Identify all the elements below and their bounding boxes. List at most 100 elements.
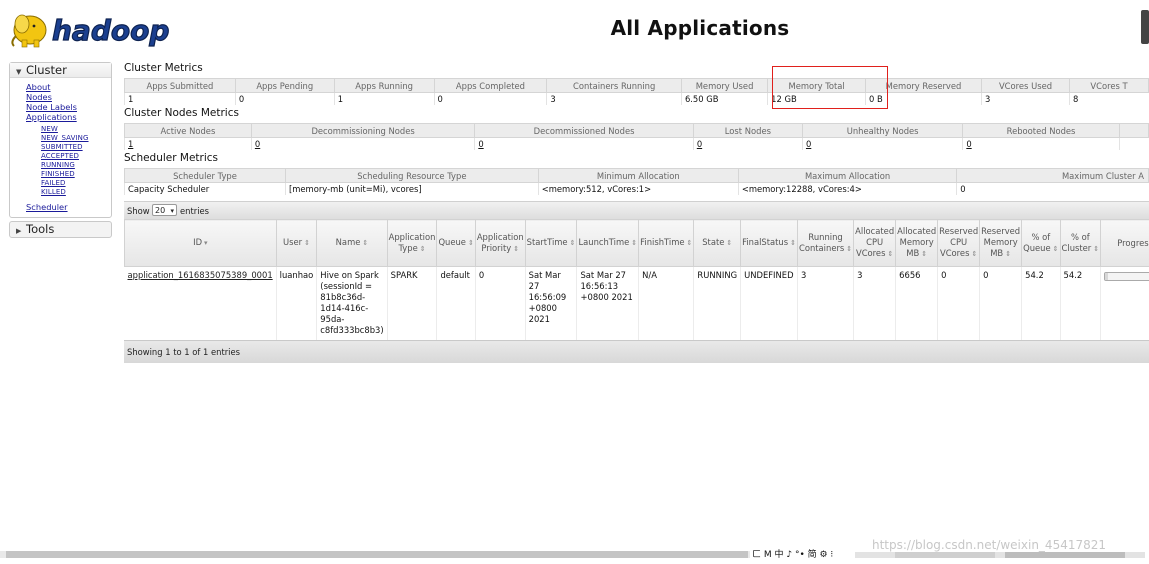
header-label: Allocated Memory MB — [897, 226, 937, 258]
chevron-down-icon: ▾ — [170, 207, 174, 215]
val-vcores-total: 8 — [1069, 92, 1149, 105]
header-label: User — [282, 237, 303, 247]
sort-pct-of-queue[interactable]: % of Queue ⇕ — [1021, 219, 1061, 267]
nav-link-scheduler[interactable]: Scheduler — [26, 202, 68, 212]
tools-nav-panel[interactable]: ▶ Tools — [9, 221, 112, 238]
sort-queue[interactable]: Queue ⇕ — [436, 219, 476, 267]
cluster-nodes-metrics-table: Active Nodes Decommissioning Nodes Decom… — [124, 123, 1149, 150]
nav-state-killed[interactable]: KILLED — [41, 188, 66, 196]
sort-reserved-memory-mb[interactable]: Reserved Memory MB ⇕ — [979, 219, 1023, 267]
nav-link-node-labels[interactable]: Node Labels — [26, 102, 77, 112]
app-id-link[interactable]: application_1616835075389_0001 — [124, 266, 277, 340]
caret-right-icon: ▶ — [16, 227, 22, 235]
cell-name: Hive on Spark (sessionId = 81b8c36d-1d14… — [316, 266, 388, 340]
cell-finalstatus: UNDEFINED — [740, 266, 798, 340]
entries-info: Showing 1 to 1 of 1 entries — [127, 347, 241, 357]
sort-icon: ⇕ — [513, 244, 520, 253]
page-size-select[interactable]: 20 ▾ — [152, 204, 177, 216]
val-maximum-cluster: 0 — [956, 182, 1149, 195]
scheduler-metrics-title: Scheduler Metrics — [124, 152, 219, 164]
nav-state-failed[interactable]: FAILED — [41, 179, 66, 187]
cell-allocated-memory-mb: 6656 — [895, 266, 939, 340]
tools-nav-header[interactable]: ▶ Tools — [10, 222, 111, 236]
col-containers-running: Containers Running — [546, 78, 682, 93]
nav-state-accepted[interactable]: ACCEPTED — [41, 152, 79, 160]
sort-progress[interactable]: Progress — [1100, 219, 1149, 267]
col-minimum-allocation: Minimum Allocation — [537, 168, 739, 183]
horizontal-scrollbar[interactable] — [0, 551, 750, 558]
sort-launchtime[interactable]: LaunchTime ⇕ — [576, 219, 640, 267]
val-unhealthy-nodes[interactable]: 0 — [801, 137, 963, 150]
col-rebooted-nodes: Rebooted Nodes — [962, 123, 1120, 138]
sort-state[interactable]: State ⇕ — [693, 219, 742, 267]
scrollbar-thumb[interactable] — [6, 551, 748, 558]
nav-state-new[interactable]: NEW — [41, 125, 58, 133]
metrics-value-row: 1 0 1 0 3 6.50 GB 12 GB 0 B 3 8 — [124, 92, 1149, 105]
nav-state-new-saving[interactable]: NEW_SAVING — [41, 134, 89, 142]
sort-application-type[interactable]: Application Type ⇕ — [386, 219, 438, 267]
sort-name[interactable]: Name ⇕ — [316, 219, 388, 267]
header-label: Running Containers — [798, 231, 845, 253]
col-decommissioning-nodes: Decommissioning Nodes — [250, 123, 476, 138]
cluster-nodes-metrics-title: Cluster Nodes Metrics — [124, 107, 239, 119]
window-side-widget[interactable] — [1141, 10, 1149, 44]
sort-finishtime[interactable]: FinishTime ⇕ — [638, 219, 695, 267]
col-extra — [1118, 123, 1149, 138]
cell-allocated-cpu-vcores: 3 — [853, 266, 897, 340]
sort-user[interactable]: User ⇕ — [275, 219, 318, 267]
val-lost-nodes[interactable]: 0 — [692, 137, 803, 150]
sort-starttime[interactable]: StartTime ⇕ — [524, 219, 578, 267]
nodes-value-row: 1 0 0 0 0 0 — [124, 137, 1149, 150]
sort-application-priority[interactable]: Application Priority ⇕ — [474, 219, 526, 267]
cell-priority: 0 — [475, 266, 526, 340]
sort-icon: ⇕ — [846, 244, 853, 253]
col-apps-completed: Apps Completed — [433, 78, 548, 93]
val-decommissioning-nodes[interactable]: 0 — [250, 137, 475, 150]
nav-state-submitted[interactable]: SUBMITTED — [41, 143, 83, 151]
apps-table: ID ▾ User ⇕ Name ⇕ Application Type ⇕ Queue ⇕… — [124, 219, 1149, 340]
val-apps-completed: 0 — [433, 92, 547, 105]
val-minimum-allocation: <memory:512, vCores:1> — [537, 182, 739, 195]
cell-starttime: Sat Mar 27 16:56:09 +0800 2021 — [525, 266, 578, 340]
sort-allocated-cpu-vcores[interactable]: Allocated CPU VCores ⇕ — [853, 219, 897, 267]
ime-toolbar[interactable]: ㄈ M 中 ♪ °• 简 ⚙ ⁝ — [752, 549, 852, 561]
val-decommissioned-nodes[interactable]: 0 — [474, 137, 694, 150]
scrollbar-segment — [895, 552, 995, 558]
sort-allocated-memory-mb[interactable]: Allocated Memory MB ⇕ — [895, 219, 939, 267]
cluster-metrics-table-wrap: Apps Submitted Apps Pending Apps Running… — [124, 78, 1149, 106]
nav-link-applications[interactable]: Applications — [26, 112, 77, 122]
metrics-header-row: Apps Submitted Apps Pending Apps Running… — [124, 78, 1149, 93]
col-apps-pending: Apps Pending — [234, 78, 335, 93]
cell-state: RUNNING — [693, 266, 742, 340]
val-active-nodes[interactable]: 1 — [124, 137, 252, 150]
sort-icon: ⇕ — [921, 250, 928, 258]
nav-state-finished[interactable]: FINISHED — [41, 170, 75, 178]
val-rebooted-nodes[interactable]: 0 — [962, 137, 1120, 150]
apps-table-wrap: ID ▾ User ⇕ Name ⇕ Application Type ⇕ Queue ⇕… — [124, 219, 1149, 340]
val-apps-submitted: 1 — [124, 92, 236, 105]
cluster-metrics-table: Apps Submitted Apps Pending Apps Running… — [124, 78, 1149, 105]
elephant-logo-icon: hadoop — [11, 13, 170, 48]
sort-reserved-cpu-vcores[interactable]: Reserved CPU VCores ⇕ — [937, 219, 981, 267]
sort-id[interactable]: ID ▾ — [124, 219, 277, 267]
scheduler-value-row: Capacity Scheduler [memory-mb (unit=Mi),… — [124, 182, 1149, 195]
cell-queue: default — [436, 266, 476, 340]
nav-link-about[interactable]: About — [26, 82, 51, 92]
sort-icon: ⇕ — [569, 239, 576, 247]
horizontal-scrollbar-right[interactable] — [855, 552, 1145, 558]
cell-running-containers: 3 — [797, 266, 855, 340]
sort-pct-of-cluster[interactable]: % of Cluster ⇕ — [1059, 219, 1102, 267]
cell-reserved-cpu-vcores: 0 — [937, 266, 981, 340]
cluster-metrics-title: Cluster Metrics — [124, 62, 203, 74]
header-label: ID — [193, 237, 203, 247]
sort-icon: ⇕ — [362, 239, 369, 247]
sort-icon: ⇕ — [304, 239, 310, 247]
cell-application-type: SPARK — [387, 266, 438, 340]
sort-running-containers[interactable]: Running Containers ⇕ — [796, 219, 855, 267]
nav-link-nodes[interactable]: Nodes — [26, 92, 52, 102]
sort-icon: ⇕ — [790, 239, 796, 247]
cluster-nav-header[interactable]: ▼ Cluster — [10, 63, 111, 78]
sort-finalstatus[interactable]: FinalStatus ⇕ — [740, 219, 798, 267]
val-memory-used: 6.50 GB — [680, 92, 768, 105]
nav-state-running[interactable]: RUNNING — [41, 161, 75, 169]
